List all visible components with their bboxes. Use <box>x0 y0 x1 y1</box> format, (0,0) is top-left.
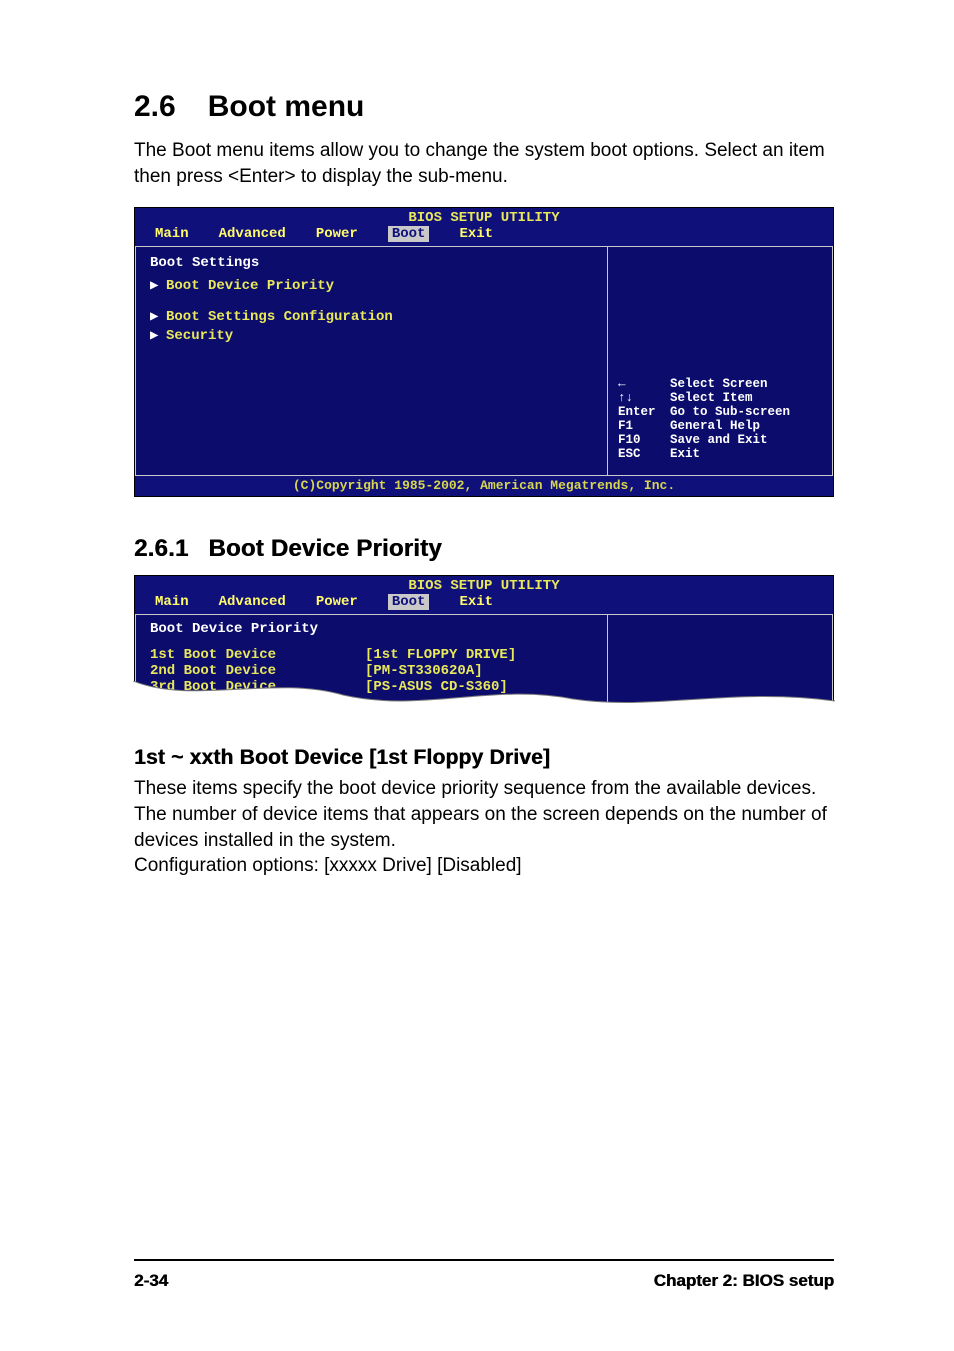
bios-tab-power[interactable]: Power <box>316 226 358 242</box>
arrows-updown-icon: ↑↓ <box>618 391 662 405</box>
section-title: 2.6 Boot menu <box>134 90 834 124</box>
bios-tab-exit[interactable]: Exit <box>459 226 493 242</box>
bios-panel-heading: Boot Device Priority <box>150 621 593 637</box>
arrow-left-icon: ← <box>618 377 662 391</box>
bios-menu-item[interactable]: Security <box>166 328 593 344</box>
legend-desc: Exit <box>670 447 700 461</box>
bios-tab-advanced[interactable]: Advanced <box>219 594 286 610</box>
bios-tab-power[interactable]: Power <box>316 594 358 610</box>
legend-desc: Save and Exit <box>670 433 768 447</box>
bios-title: BIOS SETUP UTILITY <box>135 576 833 594</box>
section-intro: The Boot menu items allow you to change … <box>134 138 834 189</box>
subsection-number: 2.6.1 <box>134 535 188 562</box>
subsection-heading: Boot Device Priority <box>208 535 441 562</box>
bios-menu-item[interactable]: Boot Settings Configuration <box>166 309 593 325</box>
legend-desc: General Help <box>670 419 760 433</box>
legend-key: F1 <box>618 419 662 433</box>
bios-tabs: Main Advanced Power Boot Exit <box>135 594 833 614</box>
arrow-right-icon: ▶ <box>150 277 166 294</box>
legend-desc: Go to Sub-screen <box>670 405 790 419</box>
bios-field-value[interactable]: [PM-ST330620A] <box>365 663 483 679</box>
section-number: 2.6 <box>134 90 176 123</box>
legend-desc: Select Item <box>670 391 753 405</box>
bios-tabs: Main Advanced Power Boot Exit <box>135 226 833 246</box>
item-title: 1st ~ xxth Boot Device [1st Floppy Drive… <box>134 746 834 770</box>
bios-menu-item[interactable]: Boot Device Priority <box>166 278 593 294</box>
bios-title: BIOS SETUP UTILITY <box>135 208 833 226</box>
legend-desc: Select Screen <box>670 377 768 391</box>
legend-key: Enter <box>618 405 662 419</box>
arrow-right-icon: ▶ <box>150 308 166 325</box>
bios-field-value[interactable]: [1st FLOPPY DRIVE] <box>365 647 516 663</box>
bios-tab-boot[interactable]: Boot <box>388 594 430 610</box>
subsection-title: 2.6.1 Boot Device Priority <box>134 535 834 563</box>
arrow-right-icon: ▶ <box>150 327 166 344</box>
torn-edge-icon <box>133 681 835 713</box>
bios-tab-main[interactable]: Main <box>155 226 189 242</box>
legend-key: ESC <box>618 447 662 461</box>
bios-field-label[interactable]: 1st Boot Device <box>150 647 365 663</box>
bios-tab-exit[interactable]: Exit <box>459 594 493 610</box>
footer-chapter: Chapter 2: BIOS setup <box>654 1271 834 1291</box>
bios-tab-boot[interactable]: Boot <box>388 226 430 242</box>
legend-key: F10 <box>618 433 662 447</box>
section-heading: Boot menu <box>208 90 365 123</box>
item-body: These items specify the boot device prio… <box>134 776 834 853</box>
bios-copyright: (C)Copyright 1985-2002, American Megatre… <box>135 476 833 496</box>
page-footer: 2-34 Chapter 2: BIOS setup <box>0 1259 954 1291</box>
bios-tab-advanced[interactable]: Advanced <box>219 226 286 242</box>
bios-screenshot-boot-settings: BIOS SETUP UTILITY Main Advanced Power B… <box>134 207 834 497</box>
bios-field-label[interactable]: 2nd Boot Device <box>150 663 365 679</box>
item-config: Configuration options: [xxxxx Drive] [Di… <box>134 853 834 879</box>
bios-tab-main[interactable]: Main <box>155 594 189 610</box>
page-number: 2-34 <box>134 1271 168 1291</box>
bios-panel-heading: Boot Settings <box>150 255 593 271</box>
